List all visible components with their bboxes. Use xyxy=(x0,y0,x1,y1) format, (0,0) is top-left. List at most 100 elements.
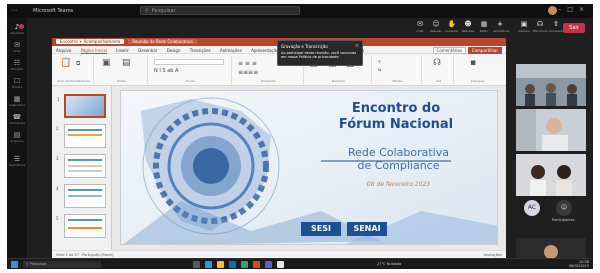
shared-powerpoint: Encontro + Acompanhamento Reunião de Rede… xyxy=(52,38,506,258)
participants-panel: AC ☺ Participantes xyxy=(516,42,592,269)
video-tile[interactable] xyxy=(516,154,586,196)
slide-canvas[interactable]: Encontro do Fórum Nacional Rede Colabora… xyxy=(120,90,498,245)
new-slide-icon[interactable]: ▣ xyxy=(102,58,111,68)
replace-icon[interactable]: ⇆ xyxy=(378,67,381,72)
outlook-icon[interactable] xyxy=(229,261,236,268)
slide-count: Slide 1 de 27 xyxy=(56,253,79,257)
search-box[interactable]: ⚲ Pesquisar xyxy=(140,6,300,15)
files-icon: ▤ xyxy=(13,131,21,139)
apps-button[interactable]: + Aplicativos xyxy=(493,20,509,34)
video-tile[interactable] xyxy=(516,64,586,106)
windows-start-icon[interactable] xyxy=(11,261,18,268)
designer-icon[interactable]: ▪ xyxy=(470,58,476,68)
format-icons[interactable]: N I S ab A xyxy=(154,68,178,74)
reuse-slide-icon[interactable]: ▤ xyxy=(122,58,131,68)
share-doc-button[interactable]: Compartilhar xyxy=(467,47,502,54)
chrome-icon[interactable] xyxy=(277,261,284,268)
paste-icon[interactable]: 📋 xyxy=(60,58,71,68)
video-feed xyxy=(516,154,586,196)
taskbar-search[interactable]: ⚲ Pesquisar xyxy=(23,261,101,268)
view-button[interactable]: ▦ Exibir xyxy=(477,20,491,34)
camera-button[interactable]: ▣ Câmera xyxy=(517,20,531,34)
rail-item-calendar[interactable]: ▦ Calendário xyxy=(7,96,27,108)
group-label: Área de Transferência xyxy=(57,79,90,83)
app-rail: ♪ Atividade ✉ Chat ☷ Equipes ☐ Tarefas ▦ Cale… xyxy=(7,18,27,269)
ribbon-group-voice: ☊ Voz xyxy=(424,56,454,84)
chat-button[interactable]: ✉ Chat xyxy=(413,20,427,34)
rail-item-calls[interactable]: ☎ Chamadas xyxy=(7,113,27,126)
font-select[interactable] xyxy=(154,59,224,65)
copy-icon[interactable]: ⧉ xyxy=(76,60,80,68)
rail-label: Equipes xyxy=(11,67,23,71)
ribbon-group-clipboard: 📋 ⧉ Área de Transferência xyxy=(54,56,94,84)
task-view-icon[interactable] xyxy=(193,261,200,268)
teams-icon[interactable] xyxy=(265,261,272,268)
explorer-icon[interactable] xyxy=(217,261,224,268)
slide-thumb-1[interactable]: 1 xyxy=(57,94,106,118)
menu-file[interactable]: Arquivo xyxy=(56,48,71,53)
search-icon: ⚲ xyxy=(145,8,149,14)
thumb-number: 2 xyxy=(56,126,59,131)
video-tile[interactable] xyxy=(516,109,586,151)
leave-button[interactable]: Sair xyxy=(563,23,585,33)
raise-hand-button[interactable]: ✋ Levantar xyxy=(445,20,459,34)
menu-design[interactable]: Design xyxy=(167,48,181,53)
rail-item-tasks[interactable]: ☐ Tarefas xyxy=(7,77,27,90)
ribbon-group-designer: ▪ Designer xyxy=(456,56,500,84)
phone-icon: ☎ xyxy=(12,113,22,121)
rail-label: Atividade xyxy=(9,31,25,35)
menu-animations[interactable]: Animações xyxy=(220,48,242,53)
slide-thumbnails: 1 2 3 4 5 xyxy=(52,86,112,250)
share-button[interactable]: ⇧ Compartilhar xyxy=(549,20,569,34)
participant-avatar[interactable]: AC xyxy=(524,200,540,216)
dictate-icon[interactable]: ☊ xyxy=(433,58,441,68)
participants-label: Participantes xyxy=(552,218,575,222)
ribbon-group-font: N I S ab A Fonte xyxy=(150,56,232,84)
menu-draw[interactable]: Desenhar xyxy=(138,48,157,53)
slide-thumb-5[interactable]: 5 xyxy=(56,214,106,238)
people-button[interactable]: ☺ Pessoas xyxy=(429,20,443,34)
ppt-tab[interactable]: Reunião de Rede Colaborativa xyxy=(128,39,197,44)
rail-label: Aplicativos xyxy=(8,163,26,167)
find-icon[interactable]: ⚲ xyxy=(378,59,381,64)
rail-item-teams[interactable]: ☷ Equipes xyxy=(7,59,27,72)
excel-icon[interactable] xyxy=(241,261,248,268)
rail-item-activity[interactable]: ♪ Atividade xyxy=(7,24,27,36)
comments-button[interactable]: Comentários xyxy=(432,47,466,54)
ppt-tab[interactable]: Encontro + Acompanhamento xyxy=(56,39,125,44)
rail-item-files[interactable]: ▤ Arquivos xyxy=(7,131,27,144)
weather-widget[interactable]: 27°C Nublado xyxy=(377,262,401,266)
tasks-icon: ☐ xyxy=(13,77,21,85)
rail-item-chat[interactable]: ✉ Chat xyxy=(7,42,27,54)
windows-taskbar: ⚲ Pesquisar 27°C Nublado 10:58 08/02/2023 xyxy=(7,258,593,269)
edge-icon[interactable] xyxy=(205,261,212,268)
teams-icon: ☷ xyxy=(13,59,21,67)
reactions-button[interactable]: ☻ Reações xyxy=(461,20,475,34)
menu-transitions[interactable]: Transições xyxy=(190,48,211,53)
share-label: Compartilhar xyxy=(549,29,569,33)
window-controls[interactable]: –□× xyxy=(558,6,590,13)
rail-label: Chat xyxy=(13,49,21,53)
reactions-label: Reações xyxy=(461,29,475,33)
window-nav-dots[interactable]: ⋯ xyxy=(11,7,19,14)
align-icons[interactable]: ≡≡≡≡ xyxy=(238,69,258,76)
menu-insert[interactable]: Inserir xyxy=(116,48,129,53)
slide-thumb-2[interactable]: 2 xyxy=(56,124,106,148)
slide-thumb-3[interactable]: 3 xyxy=(56,154,106,178)
slide-subtitle-line1: Rede Colaborativa xyxy=(348,146,449,159)
clock[interactable]: 10:58 08/02/2023 xyxy=(569,260,589,268)
list-icons[interactable]: ≡ ≡ ≡ xyxy=(238,60,257,67)
clock-date: 08/02/2023 xyxy=(568,264,589,268)
people-icon[interactable]: ☺ xyxy=(556,200,572,216)
camera-icon: ▣ xyxy=(520,20,528,28)
user-avatar[interactable] xyxy=(548,6,557,15)
language: Português (Brasil) xyxy=(82,253,114,257)
app-title: Microsoft Teams xyxy=(33,8,74,14)
slide-thumb-4[interactable]: 4 xyxy=(56,184,106,208)
close-icon[interactable]: × xyxy=(355,43,359,49)
notes-button[interactable]: Anotações xyxy=(484,253,502,257)
powerpoint-icon[interactable] xyxy=(253,261,260,268)
mic-label: Microfone xyxy=(533,29,548,33)
rail-item-apps[interactable]: ☰ Aplicativos xyxy=(7,156,27,168)
mic-button[interactable]: ☊ Microfone xyxy=(533,20,548,34)
